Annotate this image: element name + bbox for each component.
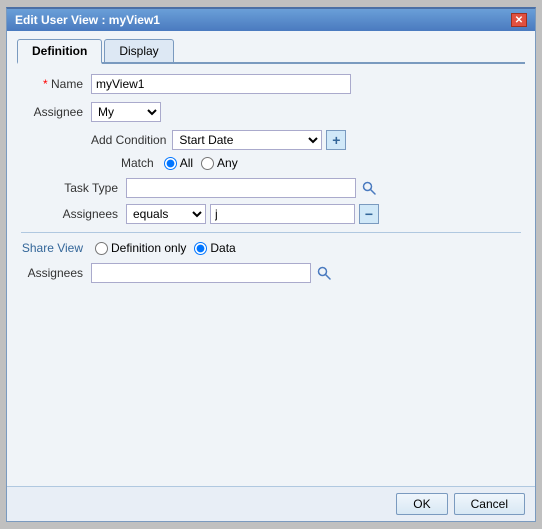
condition-select[interactable]: Start Date End Date Priority Status: [172, 130, 322, 150]
required-star: *: [43, 77, 48, 91]
name-row: * Name: [21, 74, 521, 94]
search-icon: [362, 181, 376, 195]
share-assignees-row: Assignees: [21, 263, 521, 283]
match-all-item: All: [164, 156, 193, 170]
divider: [21, 232, 521, 233]
share-assignees-label: Assignees: [21, 266, 91, 280]
share-view-section: Share View Definition only Data Assignee: [21, 241, 521, 283]
match-any-label: Any: [217, 156, 238, 170]
match-any-radio[interactable]: [201, 157, 214, 170]
assignee-label: Assignee: [21, 105, 91, 119]
match-radio-group: All Any: [164, 156, 238, 170]
share-view-label-row: Share View Definition only Data: [21, 241, 521, 255]
assignee-row: Assignee My All Other: [21, 102, 521, 122]
dialog-body: Definition Display * Name Assignee My Al…: [7, 31, 535, 486]
definition-only-item: Definition only: [95, 241, 186, 255]
name-input[interactable]: [91, 74, 351, 94]
share-view-label: Share View: [21, 241, 91, 255]
tab-content-definition: * Name Assignee My All Other Add Conditi…: [17, 64, 525, 478]
match-label: Match: [121, 156, 154, 170]
dialog-footer: OK Cancel: [7, 486, 535, 521]
condition-rows: Task Type Assignees equals not equals: [21, 178, 521, 224]
add-condition-label: Add Condition: [91, 133, 166, 147]
data-label: Data: [210, 241, 235, 255]
assignees-row: Assignees equals not equals contains −: [51, 204, 521, 224]
share-radio-group: Definition only Data: [91, 241, 236, 255]
add-condition-button[interactable]: +: [326, 130, 346, 150]
dialog-title: Edit User View : myView1: [15, 13, 160, 27]
tab-display[interactable]: Display: [104, 39, 173, 62]
assignees-value-input[interactable]: [210, 204, 355, 224]
match-all-radio[interactable]: [164, 157, 177, 170]
edit-user-view-dialog: Edit User View : myView1 ✕ Definition Di…: [6, 7, 536, 522]
data-radio[interactable]: [194, 242, 207, 255]
assignees-operator-select[interactable]: equals not equals contains: [126, 204, 206, 224]
close-button[interactable]: ✕: [511, 13, 527, 27]
data-item: Data: [194, 241, 235, 255]
assignees-condition-label: Assignees: [51, 207, 126, 221]
remove-condition-button[interactable]: −: [359, 204, 379, 224]
task-type-search-button[interactable]: [360, 179, 378, 197]
dialog-titlebar: Edit User View : myView1 ✕: [7, 9, 535, 31]
share-assignees-search-button[interactable]: [315, 264, 333, 282]
share-assignees-input[interactable]: [91, 263, 311, 283]
match-any-item: Any: [201, 156, 238, 170]
assignee-select[interactable]: My All Other: [91, 102, 161, 122]
definition-only-label: Definition only: [111, 241, 186, 255]
name-label: * Name: [21, 77, 91, 91]
share-search-icon: [317, 266, 331, 280]
task-type-label: Task Type: [51, 181, 126, 195]
task-type-row: Task Type: [51, 178, 521, 198]
add-condition-section: Add Condition Start Date End Date Priori…: [21, 130, 521, 150]
match-all-label: All: [180, 156, 193, 170]
tab-definition[interactable]: Definition: [17, 39, 102, 64]
ok-button[interactable]: OK: [396, 493, 447, 515]
tab-bar: Definition Display: [17, 39, 525, 64]
definition-only-radio[interactable]: [95, 242, 108, 255]
cancel-button[interactable]: Cancel: [454, 493, 525, 515]
match-row: Match All Any: [21, 156, 521, 170]
task-type-input[interactable]: [126, 178, 356, 198]
